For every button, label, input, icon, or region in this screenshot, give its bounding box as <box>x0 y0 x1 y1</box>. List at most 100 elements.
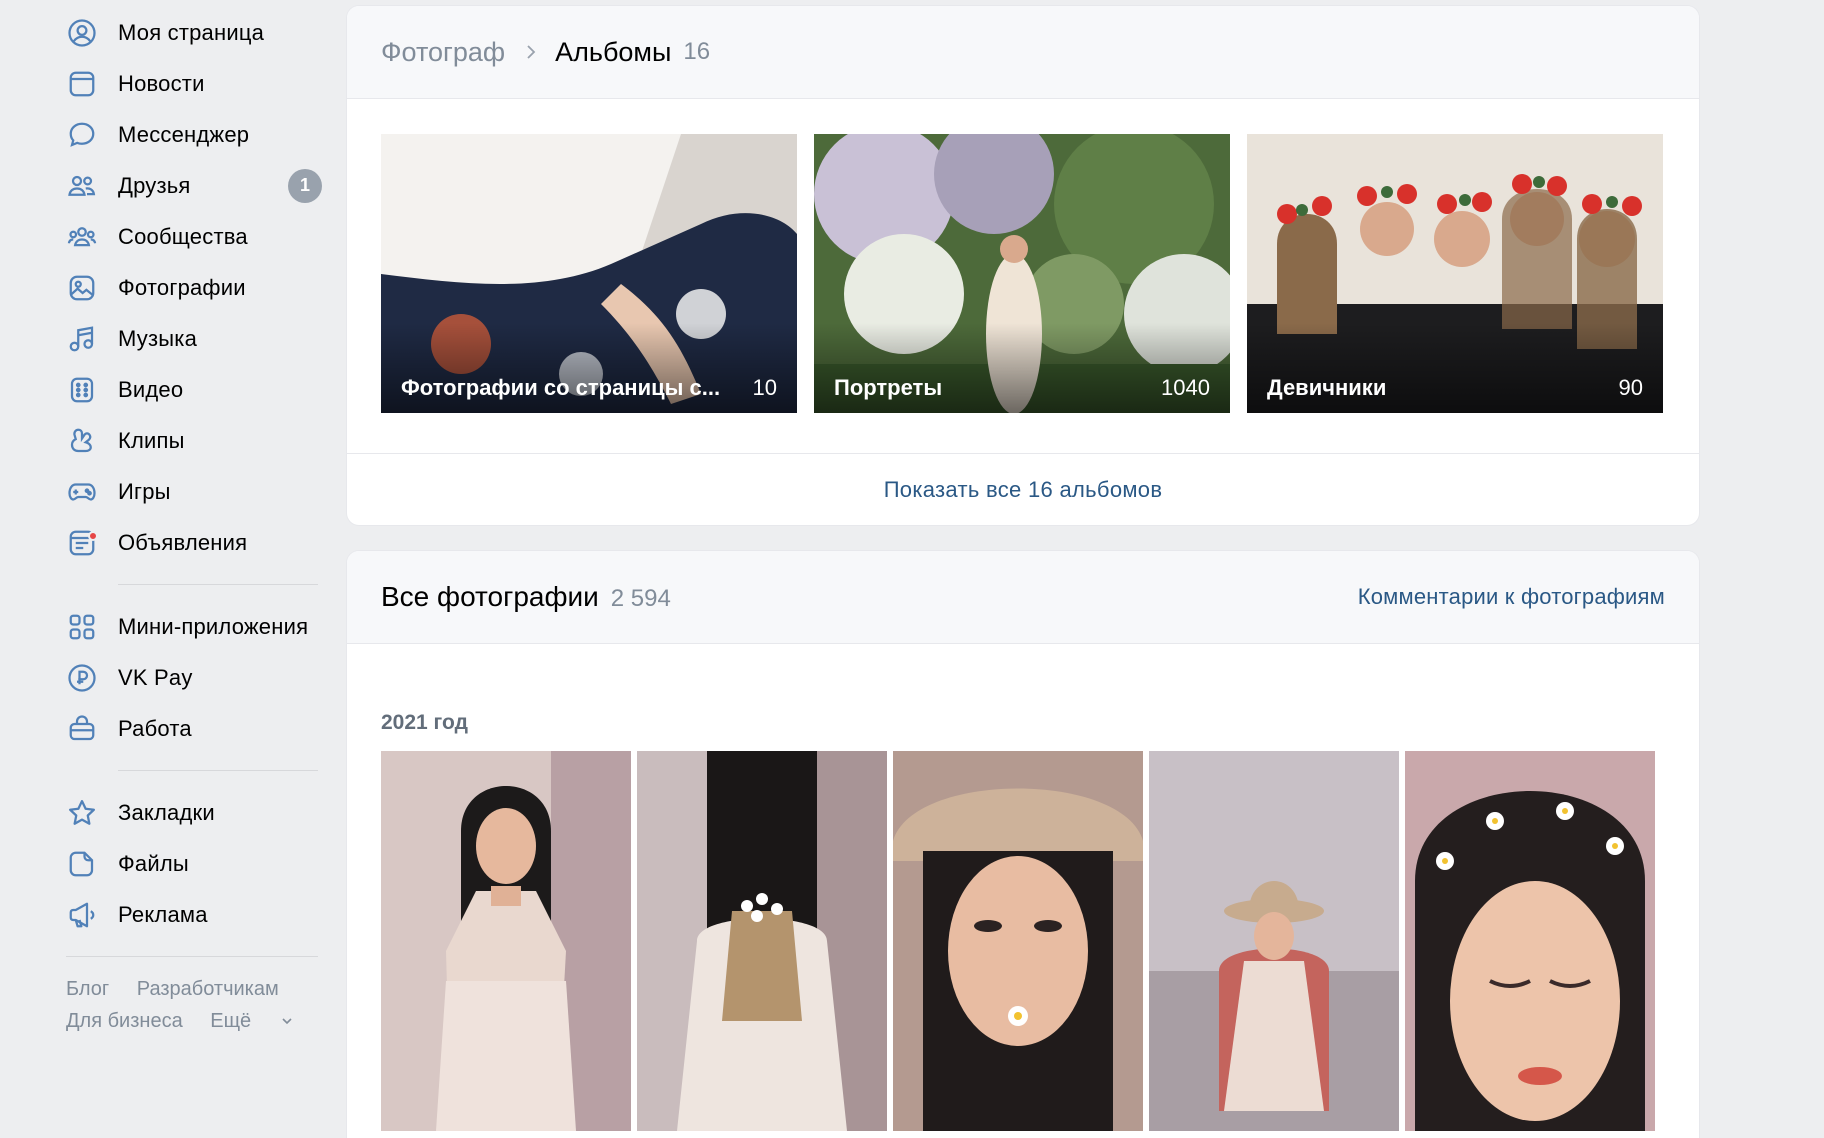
album-title: Портреты <box>834 375 943 400</box>
sidebar-item-classifieds[interactable]: Объявления <box>66 517 322 568</box>
photo-image <box>381 751 631 1131</box>
sidebar-item-label: Друзья <box>118 172 191 198</box>
sidebar-item-ads[interactable]: Реклама <box>66 889 322 940</box>
sidebar-item-label: Моя страница <box>118 19 265 45</box>
sidebar-divider <box>118 584 318 585</box>
photo-image <box>1149 751 1399 1131</box>
notification-dot <box>88 530 98 541</box>
year-heading: 2021 год <box>381 711 468 734</box>
show-all-albums-link[interactable]: Показать все 16 альбомов <box>884 477 1163 503</box>
sidebar-item-photos[interactable]: Фотографии <box>66 262 322 313</box>
music-icon <box>66 323 98 355</box>
footer-link-developers[interactable]: Разработчикам <box>137 978 279 1000</box>
album-card[interactable]: Девичники 90 <box>1247 134 1663 413</box>
sidebar-item-games[interactable]: Игры <box>66 466 322 517</box>
sidebar-item-label: Музыка <box>118 325 198 351</box>
sidebar-item-label: Работа <box>118 715 192 741</box>
photo-thumbnail[interactable] <box>893 751 1143 1131</box>
all-photos-title-group: Все фотографии 2 594 <box>381 581 671 613</box>
sidebar-item-label: Новости <box>118 70 205 96</box>
photos-grid <box>347 735 1699 1131</box>
photo-thumbnail[interactable] <box>381 751 631 1131</box>
albums-header: Фотограф Альбомы 16 <box>347 6 1699 99</box>
apps-icon <box>66 611 98 643</box>
all-photos-header: Все фотографии 2 594 Комментарии к фотог… <box>347 551 1699 644</box>
classifieds-icon <box>66 527 98 559</box>
sidebar-item-label: Закладки <box>118 799 215 825</box>
show-all-albums-bar: Показать все 16 альбомов <box>347 453 1699 525</box>
sidebar-item-label: Видео <box>118 376 184 402</box>
sidebar-item-label: Фотографии <box>118 274 246 300</box>
photo-thumbnail[interactable] <box>637 751 887 1131</box>
sidebar-item-label: VK Pay <box>118 664 193 690</box>
footer-more-label: Ещё <box>210 1010 252 1032</box>
footer-link-more[interactable]: Ещё <box>210 1005 295 1037</box>
gamepad-icon <box>66 476 98 508</box>
photo-icon <box>66 272 98 304</box>
sidebar-item-label: Игры <box>118 478 171 504</box>
albums-card: Фотограф Альбомы 16 Фотографии со страни… <box>347 6 1699 525</box>
sidebar-item-messenger[interactable]: Мессенджер <box>66 109 322 160</box>
work-icon <box>66 713 98 745</box>
sidebar-item-clips[interactable]: Клипы <box>66 415 322 466</box>
albums-grid: Фотографии со страницы с... 10 Портреты … <box>347 99 1699 413</box>
photo-image <box>893 751 1143 1131</box>
sidebar-item-label: Мессенджер <box>118 121 250 147</box>
photo-image <box>1405 751 1655 1131</box>
megaphone-icon <box>66 899 98 931</box>
file-icon <box>66 848 98 880</box>
photo-thumbnail[interactable] <box>1405 751 1655 1131</box>
user-circle-icon <box>66 17 98 49</box>
sidebar-item-files[interactable]: Файлы <box>66 838 322 889</box>
sidebar-item-news[interactable]: Новости <box>66 58 322 109</box>
album-card[interactable]: Портреты 1040 <box>814 134 1230 413</box>
photo-thumbnail[interactable] <box>1149 751 1399 1131</box>
album-count: 1040 <box>1161 375 1210 400</box>
communities-icon <box>66 221 98 253</box>
chevron-down-icon <box>282 1018 292 1025</box>
all-photos-title: Все фотографии <box>381 581 599 612</box>
vkpay-icon <box>66 662 98 694</box>
sidebar-item-bookmarks[interactable]: Закладки <box>66 787 322 838</box>
sidebar-item-video[interactable]: Видео <box>66 364 322 415</box>
album-count: 90 <box>1618 375 1643 400</box>
sidebar-item-label: Клипы <box>118 427 185 453</box>
sidebar-item-label: Мини-приложения <box>118 613 309 639</box>
sidebar-item-label: Сообщества <box>118 223 248 249</box>
footer-link-blog[interactable]: Блог <box>66 978 109 1000</box>
sidebar-divider <box>66 956 318 957</box>
message-icon <box>66 119 98 151</box>
sidebar-item-mini-apps[interactable]: Мини-приложения <box>66 601 322 652</box>
sidebar-item-vk-pay[interactable]: VK Pay <box>66 652 322 703</box>
sidebar-item-label: Файлы <box>118 850 189 876</box>
all-photos-card: Все фотографии 2 594 Комментарии к фотог… <box>347 551 1699 1138</box>
photo-comments-link[interactable]: Комментарии к фотографиям <box>1358 584 1665 610</box>
album-card[interactable]: Фотографии со страницы с... 10 <box>381 134 797 413</box>
sidebar-divider <box>118 770 318 771</box>
footer-link-business[interactable]: Для бизнеса <box>66 1010 183 1032</box>
album-title: Фотографии со страницы с... <box>401 375 721 400</box>
friends-count-badge: 1 <box>288 168 322 203</box>
all-photos-count: 2 594 <box>610 585 671 612</box>
sidebar-item-communities[interactable]: Сообщества <box>66 211 322 262</box>
sidebar-item-my-page[interactable]: Моя страница <box>66 7 322 58</box>
album-title: Девичники <box>1267 375 1387 400</box>
sidebar-item-work[interactable]: Работа <box>66 703 322 754</box>
sidebar-item-label: Объявления <box>118 529 248 555</box>
photo-image <box>637 751 887 1131</box>
page-title: Альбомы <box>555 36 672 67</box>
star-icon <box>66 797 98 829</box>
sidebar-item-label: Реклама <box>118 901 208 927</box>
sidebar-footer: Блог Разработчикам Для бизнеса Ещё <box>66 973 322 1037</box>
albums-count: 16 <box>683 38 711 65</box>
friends-icon <box>66 170 98 202</box>
news-icon <box>66 68 98 100</box>
chevron-right-icon <box>523 42 539 62</box>
sidebar-item-music[interactable]: Музыка <box>66 313 322 364</box>
clips-icon <box>66 425 98 457</box>
video-icon <box>66 374 98 406</box>
sidebar-item-friends[interactable]: Друзья 1 <box>66 160 322 211</box>
album-count: 10 <box>752 375 777 400</box>
left-sidebar: Моя страница Новости Мессенджер Друзья 1… <box>66 7 322 1037</box>
breadcrumb-root-link[interactable]: Фотограф <box>381 37 505 68</box>
